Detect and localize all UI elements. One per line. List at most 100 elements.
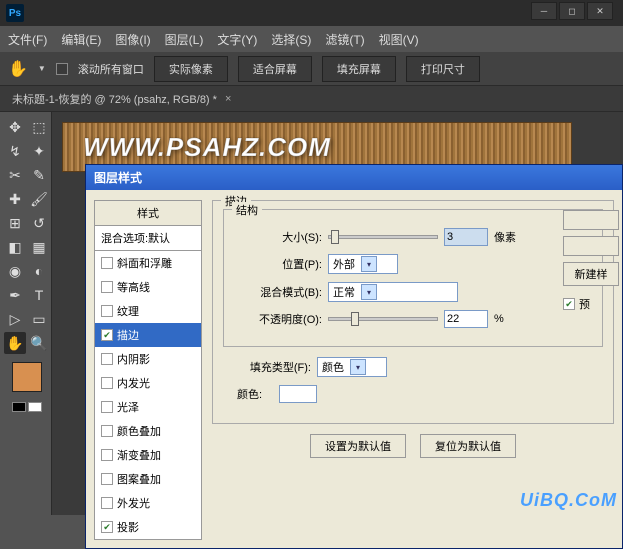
stamp-tool[interactable]: ⊞ [4,212,26,234]
cancel-button[interactable] [563,236,619,256]
checkbox[interactable] [101,521,113,533]
close-button[interactable]: ✕ [587,2,613,20]
fill-screen-button[interactable]: 填充屏幕 [322,56,396,82]
eraser-tool[interactable]: ◧ [4,236,26,258]
blend-mode-row: 混合模式(B): 正常 ▾ [234,282,592,302]
default-colors[interactable] [12,402,42,412]
document-tab-bar: 未标题-1-恢复的 @ 72% (psahz, RGB/8) * × [0,86,623,112]
style-drop-shadow[interactable]: 投影 [95,515,201,539]
checkbox[interactable] [101,353,113,365]
dialog-title[interactable]: 图层样式 [86,165,622,190]
menu-edit[interactable]: 编辑(E) [61,31,101,48]
print-size-button[interactable]: 打印尺寸 [406,56,480,82]
styles-list: 斜面和浮雕 等高线 纹理 描边 内阴影 内发光 光泽 颜色叠加 渐变叠加 图案叠… [94,251,202,540]
style-texture[interactable]: 纹理 [95,299,201,323]
style-inner-shadow[interactable]: 内阴影 [95,347,201,371]
options-bar: ✋ ▼ 滚动所有窗口 实际像素 适合屏幕 填充屏幕 打印尺寸 [0,52,623,86]
reset-default-button[interactable]: 复位为默认值 [420,434,516,458]
menu-layer[interactable]: 图层(L) [165,31,204,48]
pen-tool[interactable]: ✒ [4,284,26,306]
color-label: 颜色: [223,386,273,402]
menu-image[interactable]: 图像(I) [115,31,150,48]
history-brush-tool[interactable]: ↺ [28,212,50,234]
style-gradient-overlay[interactable]: 渐变叠加 [95,443,201,467]
style-outer-glow[interactable]: 外发光 [95,491,201,515]
checkbox[interactable] [101,425,113,437]
menu-filter[interactable]: 滤镜(T) [325,31,364,48]
magic-wand-tool[interactable]: ✦ [28,140,50,162]
move-tool[interactable]: ✥ [4,116,26,138]
style-satin[interactable]: 光泽 [95,395,201,419]
style-pattern-overlay[interactable]: 图案叠加 [95,467,201,491]
checkbox[interactable] [101,401,113,413]
blending-options-default[interactable]: 混合选项:默认 [94,226,202,251]
path-selection-tool[interactable]: ▷ [4,308,26,330]
opacity-row: 不透明度(O): % [234,310,592,328]
toolbox: ✥ ⬚ ↯ ✦ ✂ ✎ ✚ 🖌 ⊞ ↺ ◧ ▦ ◉ ◐ ✒ T ▷ ▭ ✋ 🔍 [0,112,52,515]
minimize-button[interactable]: ─ [531,2,557,20]
checkbox[interactable] [101,305,113,317]
size-row: 大小(S): 像素 [234,228,592,246]
checkbox[interactable] [101,449,113,461]
ok-button[interactable] [563,210,619,230]
menu-type[interactable]: 文字(Y) [217,31,257,48]
size-input[interactable] [444,228,488,246]
maximize-button[interactable]: ◻ [559,2,585,20]
dodge-tool[interactable]: ◐ [28,260,50,282]
style-contour[interactable]: 等高线 [95,275,201,299]
stroke-color-swatch[interactable] [279,385,317,403]
menu-file[interactable]: 文件(F) [8,31,47,48]
slider-thumb[interactable] [331,230,339,244]
checkbox[interactable] [101,257,113,269]
document-tab-title[interactable]: 未标题-1-恢复的 @ 72% (psahz, RGB/8) * [12,91,217,107]
menu-bar: 文件(F) 编辑(E) 图像(I) 图层(L) 文字(Y) 选择(S) 滤镜(T… [0,26,623,52]
style-bevel-emboss[interactable]: 斜面和浮雕 [95,251,201,275]
preview-checkbox[interactable] [563,298,575,310]
blend-mode-select[interactable]: 正常 ▾ [328,282,458,302]
chevron-down-icon: ▾ [361,256,377,272]
actual-pixels-button[interactable]: 实际像素 [154,56,228,82]
banner-text: WWW.PSAHZ.COM [83,132,331,163]
scroll-all-checkbox[interactable] [56,63,68,75]
fill-type-label: 填充类型(F): [223,359,311,375]
hand-tool[interactable]: ✋ [4,332,26,354]
checkbox[interactable] [101,329,113,341]
crop-tool[interactable]: ✂ [4,164,26,186]
color-row: 颜色: [223,385,603,403]
eyedropper-tool[interactable]: ✎ [28,164,50,186]
checkbox[interactable] [101,497,113,509]
position-select[interactable]: 外部 ▾ [328,254,398,274]
fit-screen-button[interactable]: 适合屏幕 [238,56,312,82]
styles-panel: 样式 混合选项:默认 斜面和浮雕 等高线 纹理 描边 内阴影 内发光 光泽 颜色… [94,200,202,540]
fill-type-select[interactable]: 颜色 ▾ [317,357,387,377]
gradient-tool[interactable]: ▦ [28,236,50,258]
style-inner-glow[interactable]: 内发光 [95,371,201,395]
lasso-tool[interactable]: ↯ [4,140,26,162]
brush-tool[interactable]: 🖌 [28,188,50,210]
menu-view[interactable]: 视图(V) [379,31,419,48]
opacity-input[interactable] [444,310,488,328]
set-default-button[interactable]: 设置为默认值 [310,434,406,458]
position-row: 位置(P): 外部 ▾ [234,254,592,274]
zoom-tool[interactable]: 🔍 [28,332,50,354]
new-style-button[interactable]: 新建样 [563,262,619,286]
style-stroke[interactable]: 描边 [95,323,201,347]
healing-tool[interactable]: ✚ [4,188,26,210]
menu-select[interactable]: 选择(S) [271,31,311,48]
opacity-slider[interactable] [328,317,438,321]
slider-thumb[interactable] [351,312,359,326]
size-slider[interactable] [328,235,438,239]
checkbox[interactable] [101,377,113,389]
tool-preset-dropdown[interactable]: ▼ [38,64,46,73]
shape-tool[interactable]: ▭ [28,308,50,330]
blur-tool[interactable]: ◉ [4,260,26,282]
style-color-overlay[interactable]: 颜色叠加 [95,419,201,443]
size-label: 大小(S): [234,229,322,245]
type-tool[interactable]: T [28,284,50,306]
checkbox[interactable] [101,281,113,293]
marquee-tool[interactable]: ⬚ [28,116,50,138]
document-close-icon[interactable]: × [225,93,231,105]
checkbox[interactable] [101,473,113,485]
styles-header: 样式 [94,200,202,226]
foreground-color-swatch[interactable] [12,362,42,392]
